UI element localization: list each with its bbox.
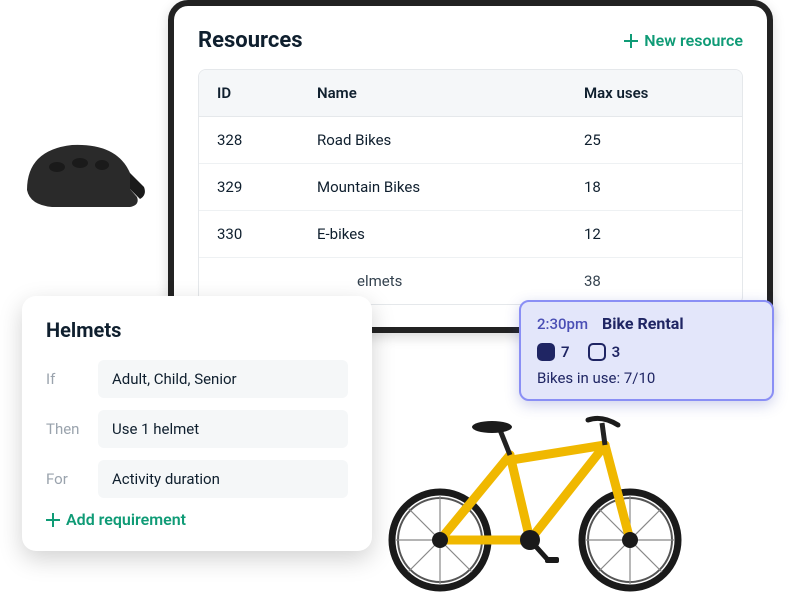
cell-max: 18 [584,178,724,196]
booking-time: 2:30pm [537,315,588,333]
booking-status: Bikes in use: 7/10 [537,369,756,387]
helmets-title: Helmets [46,318,348,342]
cell-name: elmets [317,272,584,290]
booking-header: 2:30pm Bike Rental [537,314,756,333]
rule-for-label: For [46,470,98,488]
plus-icon [46,513,60,527]
resources-card: Resources New resource ID Name Max uses … [168,0,773,333]
add-requirement-label: Add requirement [66,510,186,529]
cell-id [217,272,317,290]
plus-icon [624,34,638,48]
rule-for-value[interactable]: Activity duration [98,460,348,498]
booking-count-filled: 7 [561,343,570,361]
cell-name: E-bikes [317,225,584,243]
new-resource-button[interactable]: New resource [624,31,743,50]
booking-title: Bike Rental [602,314,684,333]
add-requirement-button[interactable]: Add requirement [46,510,348,529]
table-row[interactable]: 328 Road Bikes 25 [199,117,742,164]
cell-id: 328 [217,131,317,149]
col-header-id: ID [217,84,317,102]
rule-for: For Activity duration [46,460,348,498]
col-header-max: Max uses [584,84,724,102]
resources-header: Resources New resource [198,28,743,53]
helmet-image [12,125,147,225]
cell-name: Road Bikes [317,131,584,149]
booking-card[interactable]: 2:30pm Bike Rental 7 3 Bikes in use: 7/1… [519,300,774,401]
rule-if-label: If [46,370,98,388]
table-row[interactable]: 330 E-bikes 12 [199,211,742,258]
booking-count-empty: 3 [612,343,621,361]
rule-if-value[interactable]: Adult, Child, Senior [98,360,348,398]
resources-table: ID Name Max uses 328 Road Bikes 25 329 M… [198,69,743,305]
cell-max: 25 [584,131,724,149]
resources-title: Resources [198,28,303,53]
rule-then-value[interactable]: Use 1 helmet [98,410,348,448]
table-row[interactable]: 329 Mountain Bikes 18 [199,164,742,211]
cell-id: 329 [217,178,317,196]
rule-then: Then Use 1 helmet [46,410,348,448]
helmets-card: Helmets If Adult, Child, Senior Then Use… [22,296,372,551]
cell-id: 330 [217,225,317,243]
rule-then-label: Then [46,420,98,438]
cell-max: 38 [584,272,724,290]
new-resource-label: New resource [644,31,743,50]
bike-image [370,395,700,595]
cell-name: Mountain Bikes [317,178,584,196]
filled-square-icon [537,343,555,361]
rule-if: If Adult, Child, Senior [46,360,348,398]
col-header-name: Name [317,84,584,102]
table-header-row: ID Name Max uses [199,70,742,117]
booking-counts: 7 3 [537,343,756,361]
empty-square-icon [588,343,606,361]
cell-max: 12 [584,225,724,243]
